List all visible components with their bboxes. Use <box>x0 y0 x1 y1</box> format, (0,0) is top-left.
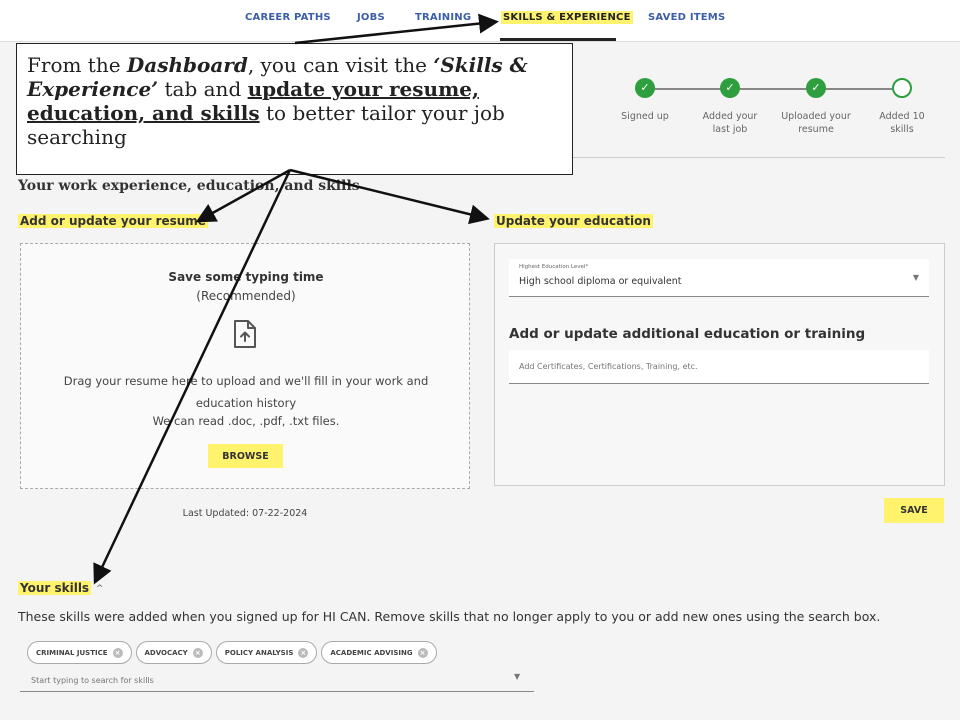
callout-dashboard: Dashboard <box>126 53 248 77</box>
file-upload-icon <box>234 320 256 348</box>
step-label: Uploaded your resume <box>781 111 851 135</box>
skill-chip-label: POLICY ANALYSIS <box>224 648 294 657</box>
chevron-down-icon: ▼ <box>514 672 521 681</box>
skills-heading[interactable]: Your skills <box>18 581 92 595</box>
step-check-icon: ✓ <box>720 78 740 98</box>
section-title: Your work experience, education, and ski… <box>18 178 360 194</box>
remove-icon[interactable]: × <box>192 647 203 658</box>
step-check-icon: ✓ <box>635 78 655 98</box>
callout-text: tab and <box>158 77 248 101</box>
skill-chip-label: ACADEMIC ADVISING <box>330 648 413 657</box>
additional-education-title: Add or update additional education or tr… <box>509 326 866 342</box>
skill-chip-label: ADVOCACY <box>144 648 188 657</box>
skill-chip: POLICY ANALYSIS × <box>215 641 318 664</box>
tab-skills-experience[interactable]: SKILLS & EXPERIENCE <box>501 11 633 24</box>
remove-icon[interactable]: × <box>298 647 309 658</box>
resume-dropzone[interactable]: Save some typing time (Recommended) Drag… <box>20 243 470 489</box>
step-label: Signed up <box>621 111 669 122</box>
chevron-up-icon[interactable]: ^ <box>96 584 104 594</box>
browse-button[interactable]: BROWSE <box>208 444 283 468</box>
callout-text: From the <box>27 53 127 77</box>
step-label: Added 10 skills <box>879 111 925 135</box>
last-updated: Last Updated: 07-22-2024 <box>182 508 308 519</box>
resume-heading: Add or update your resume <box>18 214 208 228</box>
skill-chip: CRIMINAL JUSTICE × <box>27 641 132 664</box>
education-level-label: Highest Education Level* <box>519 264 589 270</box>
resume-dropzone-subtitle: (Recommended) <box>196 289 296 303</box>
skills-search-input[interactable] <box>20 670 534 692</box>
education-level-select[interactable]: Highest Education Level* High school dip… <box>509 259 929 297</box>
save-button[interactable]: SAVE <box>884 498 944 523</box>
tab-saved-items[interactable]: SAVED ITEMS <box>648 12 725 23</box>
tab-training[interactable]: TRAINING <box>415 12 471 23</box>
progress-divider <box>560 157 945 158</box>
top-nav: CAREER PATHS JOBS TRAINING SKILLS & EXPE… <box>0 0 960 42</box>
callout-text: , you can visit the <box>247 53 434 77</box>
skill-chip: ADVOCACY × <box>135 641 212 664</box>
remove-icon[interactable]: × <box>417 647 428 658</box>
remove-icon[interactable]: × <box>112 647 123 658</box>
tab-career-paths[interactable]: CAREER PATHS <box>245 12 331 23</box>
education-level-value: High school diploma or equivalent <box>519 276 682 287</box>
tab-jobs[interactable]: JOBS <box>357 12 385 23</box>
resume-dropzone-title: Save some typing time <box>168 270 324 284</box>
skills-description: These skills were added when you signed … <box>18 609 881 624</box>
education-heading: Update your education <box>494 214 653 228</box>
step-label: Added your last job <box>702 111 758 135</box>
skill-chip: ACADEMIC ADVISING × <box>321 641 437 664</box>
resume-drag-text: Drag your resume here to upload and we'l… <box>63 374 429 410</box>
additional-education-input[interactable] <box>509 350 929 384</box>
chevron-down-icon: ▼ <box>912 273 919 282</box>
progress-line <box>645 88 900 90</box>
skill-chip-label: CRIMINAL JUSTICE <box>36 648 108 657</box>
step-open-circle-icon <box>892 78 912 98</box>
active-tab-indicator <box>500 38 616 41</box>
resume-file-types: We can read .doc, .pdf, .txt files. <box>152 414 340 428</box>
instruction-callout: From the Dashboard, you can visit the ‘S… <box>16 43 573 175</box>
skill-chips: CRIMINAL JUSTICE × ADVOCACY × POLICY ANA… <box>27 641 437 664</box>
step-check-icon: ✓ <box>806 78 826 98</box>
